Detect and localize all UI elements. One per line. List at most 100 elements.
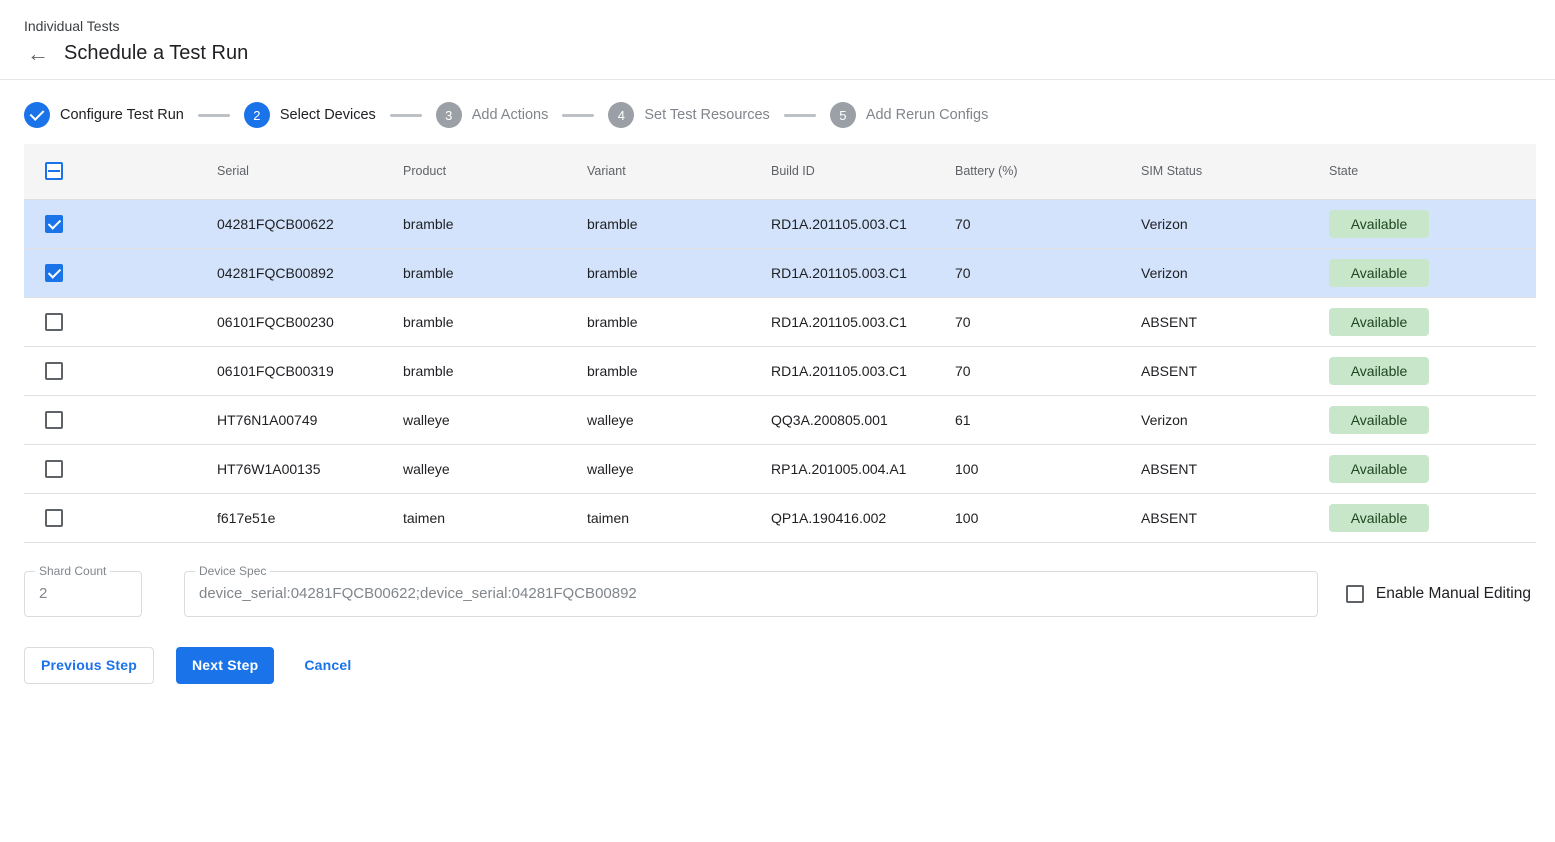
step-label: Set Test Resources xyxy=(644,107,769,123)
table-row[interactable]: HT76W1A00135 walleye walleye RP1A.201005… xyxy=(24,444,1536,493)
breadcrumb: Individual Tests xyxy=(24,18,1531,34)
state-badge: Available xyxy=(1329,455,1429,483)
cell-sim-status: ABSENT xyxy=(1133,346,1321,395)
cell-product: taimen xyxy=(395,493,579,542)
column-header-battery: Battery (%) xyxy=(947,144,1133,199)
cell-product: bramble xyxy=(395,346,579,395)
cell-serial: HT76W1A00135 xyxy=(209,444,395,493)
cell-variant: bramble xyxy=(579,297,763,346)
state-badge: Available xyxy=(1329,357,1429,385)
select-all-checkbox[interactable] xyxy=(45,162,63,180)
table-row[interactable]: 06101FQCB00230 bramble bramble RD1A.2011… xyxy=(24,297,1536,346)
step-number-icon: 2 xyxy=(244,102,270,128)
cell-serial: 06101FQCB00319 xyxy=(209,346,395,395)
state-badge: Available xyxy=(1329,308,1429,336)
cell-product: walleye xyxy=(395,395,579,444)
row-checkbox[interactable] xyxy=(45,460,63,478)
step-label: Configure Test Run xyxy=(60,107,184,123)
cell-battery: 61 xyxy=(947,395,1133,444)
step-set-test-resources[interactable]: 4 Set Test Resources xyxy=(608,102,769,128)
column-header-serial: Serial xyxy=(209,144,395,199)
page-header: Individual Tests ← Schedule a Test Run xyxy=(0,0,1555,79)
shard-spec-form: Shard Count 2 Device Spec device_serial:… xyxy=(0,543,1555,617)
device-spec-value: device_serial:04281FQCB00622;device_seri… xyxy=(199,585,637,602)
row-checkbox[interactable] xyxy=(45,411,63,429)
state-badge: Available xyxy=(1329,210,1429,238)
step-connector xyxy=(784,114,816,117)
shard-count-label: Shard Count xyxy=(35,564,110,578)
shard-count-field[interactable]: Shard Count 2 xyxy=(24,571,142,617)
enable-manual-editing-checkbox[interactable] xyxy=(1346,585,1364,603)
table-row[interactable]: 04281FQCB00892 bramble bramble RD1A.2011… xyxy=(24,248,1536,297)
table-row[interactable]: f617e51e taimen taimen QP1A.190416.002 1… xyxy=(24,493,1536,542)
cell-build-id: RP1A.201005.004.A1 xyxy=(763,444,947,493)
next-step-button[interactable]: Next Step xyxy=(176,647,274,684)
column-header-variant: Variant xyxy=(579,144,763,199)
row-checkbox[interactable] xyxy=(45,264,63,282)
cell-variant: bramble xyxy=(579,248,763,297)
cell-serial: 04281FQCB00622 xyxy=(209,199,395,248)
cell-sim-status: Verizon xyxy=(1133,199,1321,248)
row-checkbox[interactable] xyxy=(45,509,63,527)
device-table: Serial Product Variant Build ID Battery … xyxy=(24,144,1536,543)
cell-battery: 100 xyxy=(947,493,1133,542)
cell-variant: walleye xyxy=(579,395,763,444)
state-badge: Available xyxy=(1329,259,1429,287)
step-add-actions[interactable]: 3 Add Actions xyxy=(436,102,549,128)
column-header-product: Product xyxy=(395,144,579,199)
cell-product: bramble xyxy=(395,297,579,346)
state-badge: Available xyxy=(1329,406,1429,434)
action-buttons: Previous Step Next Step Cancel xyxy=(0,617,1555,684)
shard-count-value: 2 xyxy=(39,585,47,602)
cell-battery: 70 xyxy=(947,199,1133,248)
cell-product: walleye xyxy=(395,444,579,493)
cell-serial: 06101FQCB00230 xyxy=(209,297,395,346)
state-badge: Available xyxy=(1329,504,1429,532)
cell-product: bramble xyxy=(395,199,579,248)
cell-build-id: RD1A.201105.003.C1 xyxy=(763,346,947,395)
step-label: Select Devices xyxy=(280,107,376,123)
cell-variant: bramble xyxy=(579,346,763,395)
cell-battery: 70 xyxy=(947,248,1133,297)
step-number-icon: 4 xyxy=(608,102,634,128)
row-checkbox[interactable] xyxy=(45,362,63,380)
table-header-row: Serial Product Variant Build ID Battery … xyxy=(24,144,1536,199)
step-connector xyxy=(198,114,230,117)
cell-sim-status: ABSENT xyxy=(1133,493,1321,542)
check-icon xyxy=(24,102,50,128)
table-row[interactable]: HT76N1A00749 walleye walleye QQ3A.200805… xyxy=(24,395,1536,444)
enable-manual-editing-label: Enable Manual Editing xyxy=(1376,585,1531,603)
step-number-icon: 5 xyxy=(830,102,856,128)
cell-build-id: QQ3A.200805.001 xyxy=(763,395,947,444)
column-header-build-id: Build ID xyxy=(763,144,947,199)
cell-serial: 04281FQCB00892 xyxy=(209,248,395,297)
previous-step-button[interactable]: Previous Step xyxy=(24,647,154,684)
schedule-test-run-page: Individual Tests ← Schedule a Test Run C… xyxy=(0,0,1555,842)
cell-sim-status: ABSENT xyxy=(1133,444,1321,493)
stepper: Configure Test Run 2 Select Devices 3 Ad… xyxy=(0,80,1555,144)
enable-manual-editing-toggle[interactable]: Enable Manual Editing xyxy=(1346,585,1531,603)
row-checkbox[interactable] xyxy=(45,313,63,331)
step-connector xyxy=(390,114,422,117)
cell-serial: HT76N1A00749 xyxy=(209,395,395,444)
device-spec-label: Device Spec xyxy=(195,564,270,578)
device-spec-field[interactable]: Device Spec device_serial:04281FQCB00622… xyxy=(184,571,1318,617)
cell-build-id: RD1A.201105.003.C1 xyxy=(763,199,947,248)
cell-variant: walleye xyxy=(579,444,763,493)
cell-build-id: RD1A.201105.003.C1 xyxy=(763,248,947,297)
table-row[interactable]: 04281FQCB00622 bramble bramble RD1A.2011… xyxy=(24,199,1536,248)
cell-variant: bramble xyxy=(579,199,763,248)
cancel-button[interactable]: Cancel xyxy=(296,647,359,684)
table-row[interactable]: 06101FQCB00319 bramble bramble RD1A.2011… xyxy=(24,346,1536,395)
device-table-container: Serial Product Variant Build ID Battery … xyxy=(0,144,1555,543)
step-select-devices[interactable]: 2 Select Devices xyxy=(244,102,376,128)
cell-build-id: RD1A.201105.003.C1 xyxy=(763,297,947,346)
cell-serial: f617e51e xyxy=(209,493,395,542)
step-add-rerun-configs[interactable]: 5 Add Rerun Configs xyxy=(830,102,989,128)
cell-variant: taimen xyxy=(579,493,763,542)
back-arrow-icon[interactable]: ← xyxy=(26,43,50,65)
step-connector xyxy=(562,114,594,117)
step-configure-test-run[interactable]: Configure Test Run xyxy=(24,102,184,128)
cell-build-id: QP1A.190416.002 xyxy=(763,493,947,542)
row-checkbox[interactable] xyxy=(45,215,63,233)
